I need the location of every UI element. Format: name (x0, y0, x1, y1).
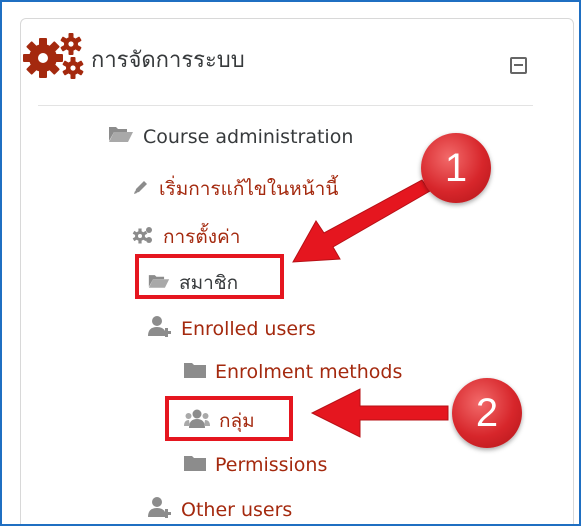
annotation-arrows (292, 179, 449, 438)
step-badge-2: 2 (452, 378, 522, 448)
arrow-1 (292, 179, 431, 263)
step-badge-1: 1 (421, 133, 491, 203)
screenshot-frame: การจัดการระบบ Course administration เริ่… (0, 0, 581, 526)
arrow-2 (310, 388, 449, 438)
